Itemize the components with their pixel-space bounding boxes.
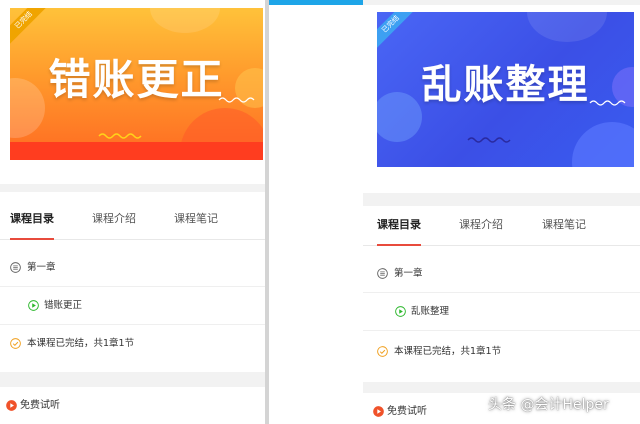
banner-decoration	[527, 12, 607, 42]
left-course-panel: 已完结 错账更正 课程目录 课程介绍 课程笔记 第一章 错账更正 本课程已完结，…	[0, 0, 265, 424]
tab-catalog[interactable]: 课程目录	[10, 200, 54, 240]
play-circle-icon	[6, 400, 17, 411]
play-icon	[395, 305, 406, 317]
chapter-label: 第一章	[27, 262, 56, 273]
check-icon	[377, 346, 388, 357]
free-trial-label: 免费试听	[387, 406, 427, 417]
course-tabs: 课程目录 课程介绍 课程笔记	[363, 206, 640, 246]
tab-introduction[interactable]: 课程介绍	[92, 200, 136, 240]
status-row: 本课程已完结，共1章1节	[363, 333, 640, 371]
blank-area	[269, 0, 363, 424]
tab-notes[interactable]: 课程笔记	[174, 200, 218, 240]
lesson-label: 错账更正	[44, 300, 83, 311]
banner-decoration	[10, 142, 263, 160]
lesson-row[interactable]: 错账更正	[0, 287, 265, 325]
wave-decoration	[98, 133, 142, 139]
lesson-row[interactable]: 乱账整理	[363, 293, 640, 331]
banner-card: 已完结 乱账整理	[363, 5, 640, 193]
banner-decoration	[572, 122, 634, 167]
chapter-row[interactable]: 第一章	[0, 249, 265, 287]
list-icon	[377, 267, 388, 279]
watermark: 头条 @会计Helper	[488, 397, 609, 413]
free-trial-bar[interactable]: 免费试听	[0, 387, 265, 424]
status-row: 本课程已完结，共1章1节	[0, 325, 265, 363]
completion-status: 本课程已完结，共1章1节	[394, 346, 502, 357]
catalog-card: 课程目录 课程介绍 课程笔记 第一章 乱账整理 本课程已完结，共1章1节	[363, 206, 640, 382]
completed-ribbon: 已完结	[10, 8, 52, 48]
play-icon	[28, 299, 39, 311]
free-trial-label: 免费试听	[20, 400, 60, 411]
right-course-panel: 已完结 乱账整理 课程目录 课程介绍 课程笔记 第一章 乱账整理 本课程已完结，…	[363, 0, 640, 424]
tab-catalog[interactable]: 课程目录	[377, 206, 421, 246]
banner-decoration	[150, 8, 220, 33]
tab-notes[interactable]: 课程笔记	[542, 206, 586, 246]
play-circle-icon	[373, 406, 384, 417]
wave-decoration	[467, 137, 511, 143]
course-tabs: 课程目录 课程介绍 课程笔记	[0, 200, 265, 240]
check-icon	[10, 338, 21, 349]
list-icon	[10, 261, 21, 273]
course-banner[interactable]: 已完结 错账更正	[10, 8, 263, 160]
banner-card: 已完结 错账更正	[0, 0, 265, 184]
chapter-label: 第一章	[394, 268, 423, 279]
tab-introduction[interactable]: 课程介绍	[459, 206, 503, 246]
lesson-label: 乱账整理	[411, 306, 450, 317]
wave-decoration	[218, 97, 255, 103]
completed-ribbon: 已完结	[377, 12, 419, 52]
wave-decoration	[589, 100, 626, 106]
course-banner[interactable]: 已完结 乱账整理	[377, 12, 634, 167]
catalog-card: 课程目录 课程介绍 课程笔记 第一章 错账更正 本课程已完结，共1章1节	[0, 192, 265, 372]
chapter-row[interactable]: 第一章	[363, 255, 640, 293]
completion-status: 本课程已完结，共1章1节	[27, 338, 135, 349]
